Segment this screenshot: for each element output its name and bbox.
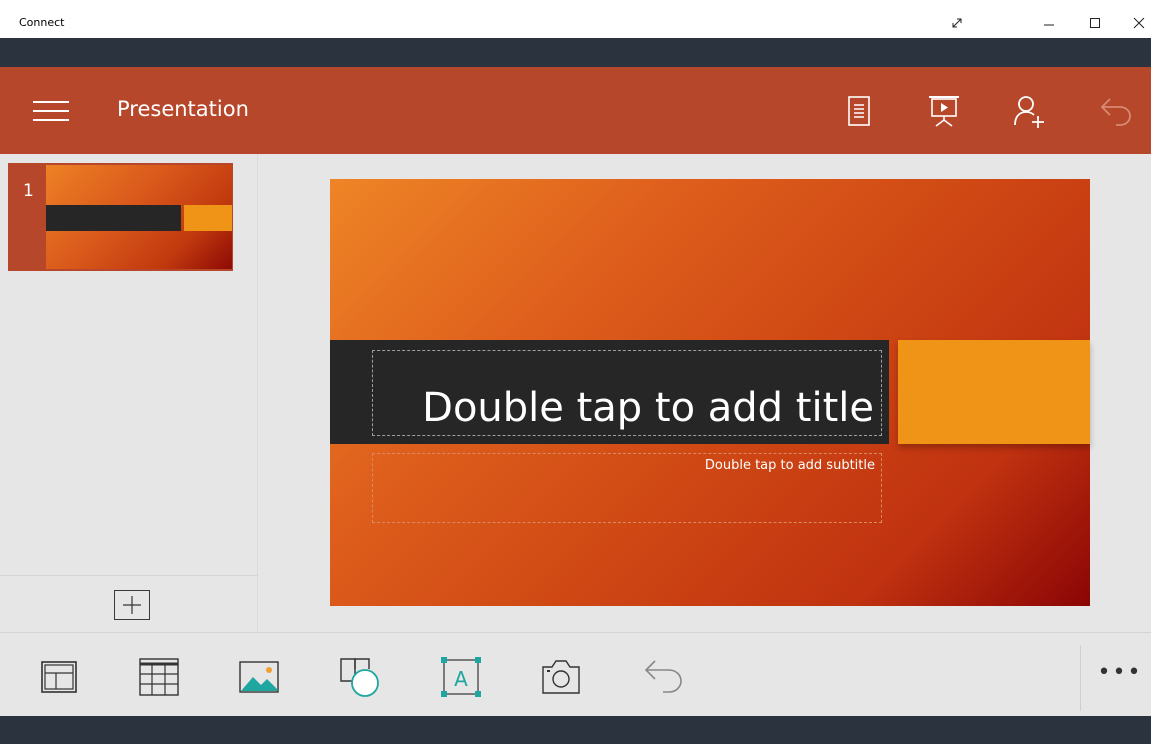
title-placeholder-text: Double tap to add title (422, 385, 874, 431)
notes-icon (848, 96, 870, 126)
maximize-button[interactable] (1080, 8, 1110, 38)
title-placeholder[interactable]: Double tap to add title (372, 350, 882, 436)
thumbnail-accent-block (184, 205, 232, 231)
shapes-icon (340, 658, 379, 697)
minimize-icon (1044, 24, 1054, 26)
header-undo-button[interactable] (1097, 92, 1135, 130)
textbox-icon: A (441, 657, 481, 697)
bottom-toolbar: A ••• (0, 632, 1151, 716)
expand-icon (952, 18, 962, 28)
undo-icon (1100, 98, 1131, 126)
layout-icon (41, 661, 77, 693)
toolbar-divider (1080, 645, 1081, 711)
present-button[interactable] (925, 92, 963, 130)
notes-button[interactable] (840, 92, 878, 130)
slide-thumbnail-pane: 1 (0, 154, 258, 632)
slide-accent-block (898, 340, 1090, 444)
camera-icon (542, 660, 580, 694)
pane-divider (0, 575, 258, 576)
shapes-button[interactable] (336, 655, 382, 699)
slide-thumbnail[interactable]: 1 (8, 163, 233, 271)
plus-icon (123, 596, 141, 614)
subtitle-placeholder[interactable]: Double tap to add subtitle (372, 453, 882, 523)
minimize-button[interactable] (1034, 8, 1064, 38)
picture-icon (239, 661, 279, 693)
app-header: Presentation (0, 67, 1151, 154)
page-title: Presentation (117, 97, 249, 121)
top-dark-strip (0, 38, 1151, 67)
camera-button[interactable] (538, 655, 584, 699)
share-button[interactable] (1010, 92, 1048, 130)
subtitle-placeholder-text: Double tap to add subtitle (704, 458, 875, 473)
maximize-icon (1090, 18, 1100, 28)
layout-button[interactable] (36, 655, 82, 699)
table-icon (139, 658, 179, 696)
textbox-button[interactable]: A (438, 655, 484, 699)
more-options-button[interactable]: ••• (1098, 659, 1141, 685)
slide-thumbnail-image (46, 165, 232, 269)
share-user-icon (1014, 96, 1044, 128)
slide-number: 1 (23, 181, 34, 201)
thumbnail-title-band (46, 205, 181, 231)
menu-icon (33, 101, 69, 121)
svg-text:A: A (454, 667, 468, 691)
toolbar-undo-button[interactable] (640, 655, 686, 699)
fullscreen-button[interactable] (942, 8, 972, 38)
picture-button[interactable] (236, 655, 282, 699)
window-title: Connect (19, 16, 65, 29)
table-button[interactable] (136, 655, 182, 699)
present-icon (929, 96, 959, 127)
add-slide-button[interactable] (114, 590, 150, 620)
undo-icon (644, 660, 682, 693)
close-icon (1133, 17, 1145, 29)
window-titlebar: Connect (0, 0, 1151, 38)
menu-button[interactable] (31, 97, 71, 125)
bottom-dark-strip (0, 716, 1151, 744)
close-button[interactable] (1124, 8, 1151, 38)
main-area: 1 Double tap to add title Double tap to … (0, 154, 1151, 632)
slide-canvas[interactable]: Double tap to add title Double tap to ad… (330, 179, 1090, 606)
